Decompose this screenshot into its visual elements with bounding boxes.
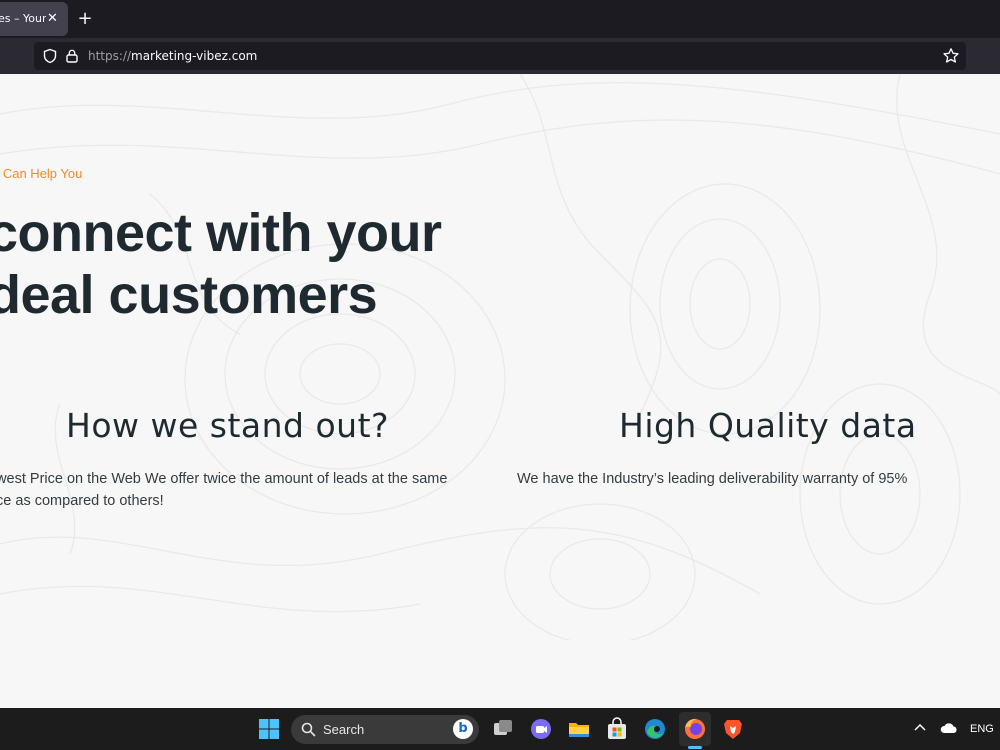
browser-tab[interactable]: es – Your ✕ <box>0 2 68 36</box>
search-icon <box>301 722 316 737</box>
quality-data-text: We have the Industry’s leading deliverab… <box>517 471 908 487</box>
task-view-icon[interactable] <box>490 716 516 742</box>
firefox-icon[interactable] <box>682 716 708 742</box>
brave-icon[interactable] <box>720 716 746 742</box>
chevron-up-icon[interactable] <box>912 720 928 736</box>
search-label: Search <box>323 722 365 737</box>
hero-headline: connect with your deal customers <box>0 202 442 326</box>
headline-line-1: connect with your <box>0 203 442 263</box>
onedrive-icon[interactable] <box>940 721 958 735</box>
page-lower-area <box>0 640 1000 708</box>
edge-icon[interactable] <box>642 716 668 742</box>
url-host: marketing-vibez.com <box>131 49 258 63</box>
bookmark-star-icon[interactable] <box>942 47 960 65</box>
active-app-indicator <box>688 746 702 749</box>
browser-tab-bar: es – Your ✕ + <box>0 0 1000 38</box>
url-text[interactable]: https://marketing-vibez.com <box>88 42 257 70</box>
url-protocol: https:// <box>88 49 132 63</box>
windows-start-icon[interactable] <box>256 716 282 742</box>
stand-out-text: owest Price on the Web We offer twice th… <box>0 471 448 509</box>
tab-title: es – Your <box>0 12 46 25</box>
windows-taskbar: Search b ENG <box>0 708 1000 750</box>
language-indicator[interactable]: ENG <box>970 708 994 750</box>
section-eyebrow: e Can Help You <box>0 166 83 181</box>
tab-close-icon[interactable]: ✕ <box>47 2 58 36</box>
headline-line-2: deal customers <box>0 265 378 325</box>
lock-icon[interactable] <box>64 48 80 64</box>
web-page: e Can Help You connect with your deal cu… <box>0 74 1000 640</box>
taskbar-search-box[interactable]: Search b <box>291 715 479 744</box>
store-icon[interactable] <box>604 716 630 742</box>
topographic-background <box>0 74 1000 640</box>
stand-out-title: How we stand out? <box>66 406 390 445</box>
new-tab-button[interactable]: + <box>76 6 94 32</box>
browser-nav-bar: https://marketing-vibez.com <box>0 38 1000 74</box>
chat-icon[interactable] <box>528 716 554 742</box>
quality-data-title: High Quality data <box>619 406 917 445</box>
url-bar[interactable]: https://marketing-vibez.com <box>34 42 966 70</box>
shield-icon[interactable] <box>42 48 58 64</box>
file-explorer-icon[interactable] <box>566 716 592 742</box>
bing-icon[interactable]: b <box>453 719 473 739</box>
